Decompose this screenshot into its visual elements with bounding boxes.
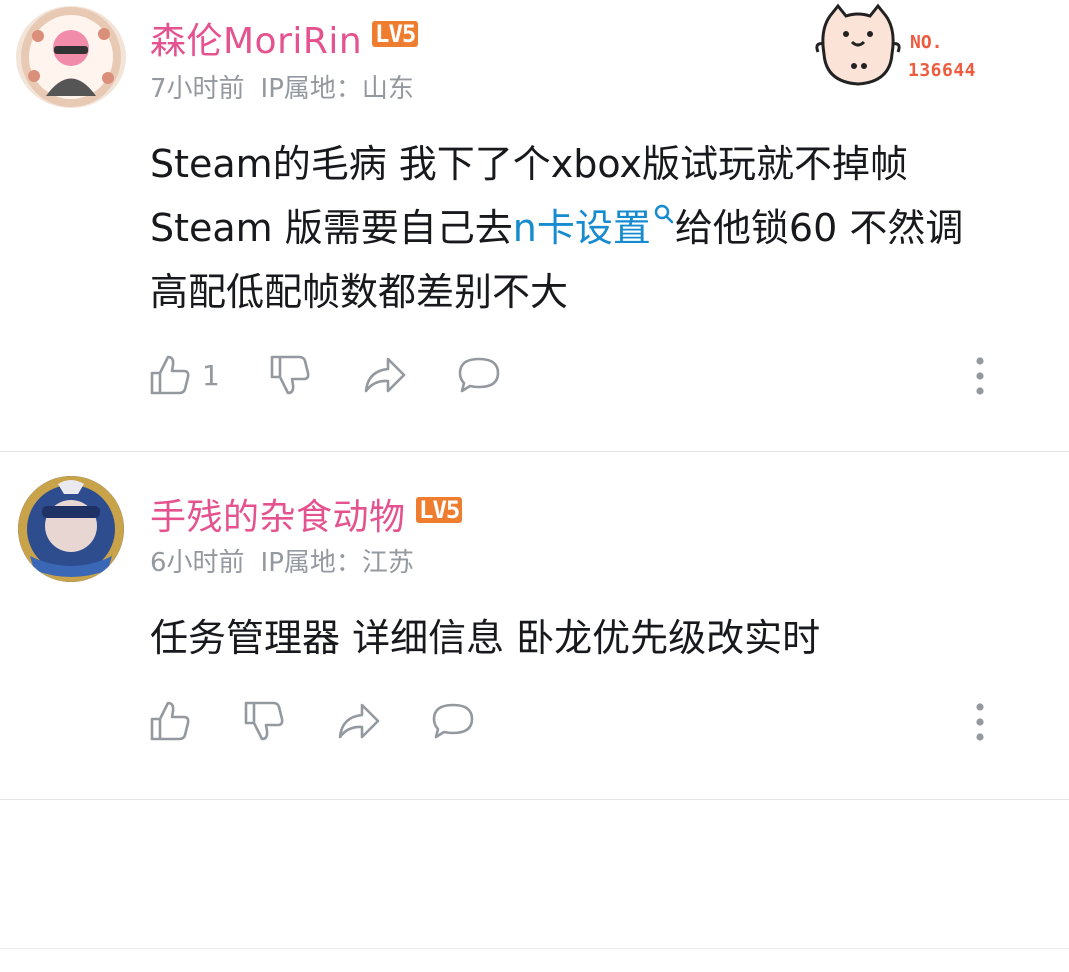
avatar[interactable] bbox=[18, 476, 124, 582]
level-badge: LV5 bbox=[372, 21, 419, 47]
content-line: Steam 版需要自己去n卡设置 给他锁60 不然调 bbox=[150, 196, 963, 260]
comment-time: 7小时前 bbox=[150, 74, 245, 104]
divider bbox=[0, 799, 1069, 800]
share-icon bbox=[364, 357, 406, 393]
reply-button[interactable] bbox=[456, 352, 502, 398]
avatar[interactable] bbox=[16, 6, 126, 108]
like-button[interactable] bbox=[148, 698, 202, 744]
more-icon bbox=[976, 357, 984, 395]
comment-actions: 1 bbox=[148, 352, 1048, 402]
fan-badge[interactable]: NO. 136644 bbox=[812, 2, 1002, 94]
comment-meta: 7小时前 IP属地：山东 bbox=[150, 68, 414, 105]
more-button[interactable] bbox=[974, 702, 986, 742]
search-link[interactable]: n卡设置 bbox=[513, 204, 675, 250]
thumb-up-icon bbox=[150, 355, 190, 395]
reply-icon bbox=[432, 703, 474, 739]
comment-item: 手残的杂食动物 LV5 6小时前 IP属地：江苏 任务管理器 详细信息 卧龙优先级… bbox=[0, 452, 1069, 800]
thumb-down-icon bbox=[270, 355, 310, 395]
content-line: Steam的毛病 我下了个xbox版试玩就不掉帧 bbox=[150, 142, 908, 186]
comment-actions bbox=[148, 698, 1048, 748]
content-line: 高配低配帧数都差别不大 bbox=[150, 270, 569, 314]
like-button[interactable]: 1 bbox=[148, 352, 220, 398]
thumb-up-icon bbox=[150, 701, 190, 741]
share-button[interactable] bbox=[336, 698, 382, 744]
more-icon bbox=[976, 703, 984, 741]
like-count: 1 bbox=[202, 358, 220, 392]
search-icon bbox=[654, 204, 674, 224]
share-icon bbox=[338, 703, 380, 739]
username[interactable]: 手残的杂食动物 bbox=[150, 488, 406, 540]
comment-content: 任务管理器 详细信息 卧龙优先级改实时 bbox=[150, 606, 820, 670]
divider bbox=[0, 948, 1069, 949]
reply-button[interactable] bbox=[430, 698, 476, 744]
dislike-button[interactable] bbox=[242, 698, 286, 744]
content-line: 任务管理器 详细信息 卧龙优先级改实时 bbox=[150, 616, 821, 660]
more-button[interactable] bbox=[974, 356, 986, 396]
bear-icon bbox=[815, 3, 901, 86]
username[interactable]: 森伦MoriRin bbox=[150, 12, 362, 64]
comment-item: 森伦MoriRin LV5 7小时前 IP属地：山东 NO. 136644 Ste… bbox=[0, 0, 1069, 452]
comment-meta: 6小时前 IP属地：江苏 bbox=[150, 542, 414, 579]
fan-badge-label: NO. bbox=[910, 32, 943, 53]
reply-icon bbox=[458, 357, 500, 393]
share-button[interactable] bbox=[362, 352, 408, 398]
ip-location: IP属地：山东 bbox=[260, 74, 414, 104]
dislike-button[interactable] bbox=[268, 352, 312, 398]
comment-time: 6小时前 bbox=[150, 548, 245, 578]
level-badge: LV5 bbox=[416, 497, 463, 523]
fan-badge-number: 136644 bbox=[908, 60, 977, 81]
ip-location: IP属地：江苏 bbox=[260, 548, 414, 578]
comment-content: Steam的毛病 我下了个xbox版试玩就不掉帧 Steam 版需要自己去n卡设… bbox=[150, 132, 963, 324]
thumb-down-icon bbox=[244, 701, 284, 741]
